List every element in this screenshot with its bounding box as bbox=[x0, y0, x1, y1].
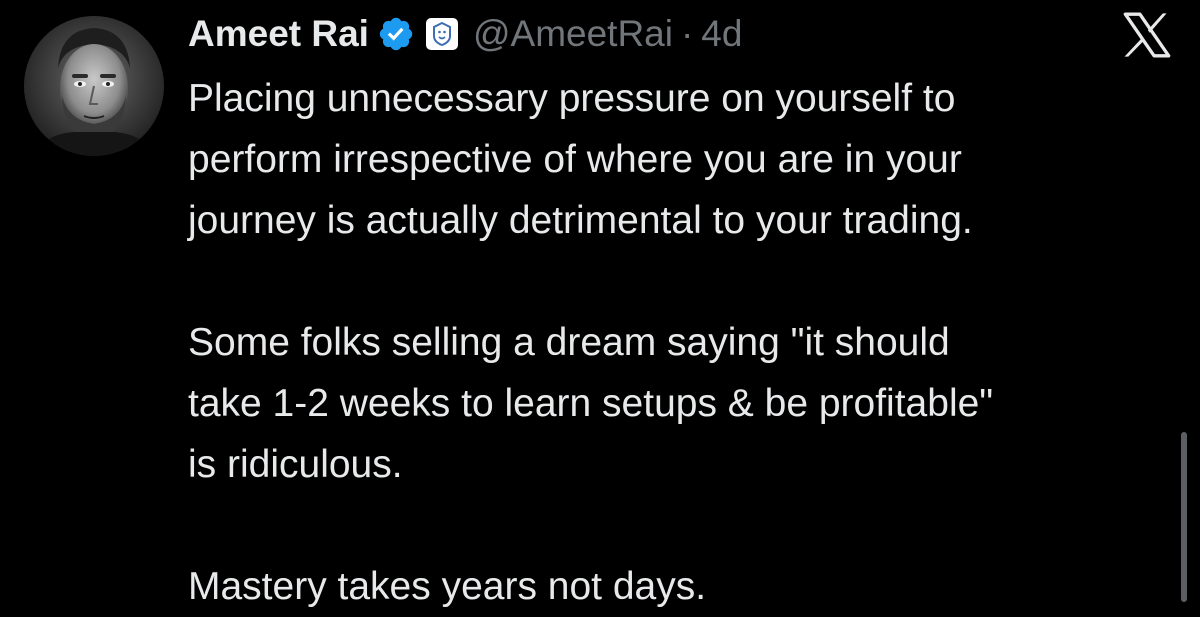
text-line: Mastery takes years not days. bbox=[188, 565, 707, 608]
text-line: is ridiculous. bbox=[188, 443, 403, 486]
separator-dot: · bbox=[680, 13, 694, 54]
paragraph: Placing unnecessary pressure on yourself… bbox=[188, 68, 1178, 251]
lion-affiliate-badge-icon[interactable] bbox=[425, 17, 459, 51]
user-handle[interactable]: @AmeetRai bbox=[473, 13, 673, 55]
text-line: perform irrespective of where you are in… bbox=[188, 138, 962, 181]
timestamp[interactable]: 4d bbox=[701, 13, 742, 55]
x-logo-icon bbox=[1122, 12, 1172, 58]
text-line: Placing unnecessary pressure on yourself… bbox=[188, 77, 956, 120]
avatar[interactable] bbox=[24, 16, 164, 156]
tweet[interactable]: Ameet Rai @AmeetRai · 4d Placing unneces… bbox=[0, 0, 1200, 608]
text-line: take 1-2 weeks to learn setups & be prof… bbox=[188, 382, 994, 425]
text-line: journey is actually detrimental to your … bbox=[188, 199, 973, 242]
text-line: Some folks selling a dream saying "it sh… bbox=[188, 321, 950, 364]
scrollbar[interactable] bbox=[1181, 432, 1187, 602]
paragraph: Some folks selling a dream saying "it sh… bbox=[188, 312, 1178, 495]
tweet-header: Ameet Rai @AmeetRai · 4d bbox=[188, 6, 742, 62]
verified-badge-icon[interactable] bbox=[377, 15, 415, 53]
tweet-text: Placing unnecessary pressure on yourself… bbox=[188, 68, 1178, 617]
display-name[interactable]: Ameet Rai bbox=[188, 13, 369, 55]
paragraph: Mastery takes years not days. bbox=[188, 556, 1178, 617]
